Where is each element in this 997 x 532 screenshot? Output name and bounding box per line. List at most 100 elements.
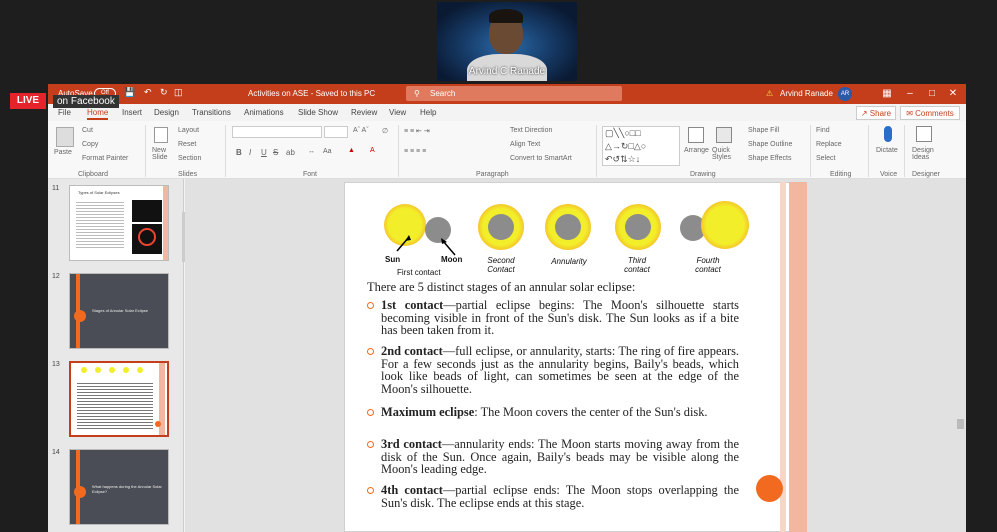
reset-button[interactable]: Reset bbox=[178, 141, 196, 148]
group-drawing-label: Drawing bbox=[690, 171, 716, 178]
ribbon-divider bbox=[904, 125, 905, 177]
minimize-icon[interactable]: – bbox=[903, 87, 917, 101]
thumbnail-sun bbox=[109, 367, 115, 373]
bullet-marker bbox=[367, 409, 374, 416]
slide-scrollbar[interactable] bbox=[957, 419, 964, 429]
tab-help[interactable]: Help bbox=[420, 108, 436, 117]
present-icon[interactable]: ◫ bbox=[174, 87, 183, 98]
tab-transitions[interactable]: Transitions bbox=[192, 108, 231, 117]
thumbnail-text bbox=[77, 381, 153, 431]
bold-button[interactable]: B bbox=[236, 148, 242, 157]
shape-effects-button[interactable]: Shape Effects bbox=[748, 155, 791, 162]
slide-number: 14 bbox=[52, 449, 60, 456]
powerpoint-window: AutoSave Off 💾 ↶ ↻ ◫ Activities on ASE -… bbox=[48, 84, 966, 532]
tab-insert[interactable]: Insert bbox=[122, 108, 142, 117]
undo-icon[interactable]: ↶ bbox=[144, 87, 152, 98]
group-slides-label: Slides bbox=[178, 171, 198, 178]
tab-slide-show[interactable]: Slide Show bbox=[298, 108, 338, 117]
underline-button[interactable]: U bbox=[261, 148, 267, 157]
paste-button[interactable]: Paste bbox=[54, 149, 72, 156]
design-ideas-icon[interactable] bbox=[916, 126, 932, 142]
shapes-gallery[interactable]: ▢╲╲○□□ △→↻□△○ ↶↺⇅☆↓ bbox=[602, 126, 680, 166]
search-input[interactable]: ⚲ Search bbox=[406, 86, 622, 101]
dictate-button[interactable]: Dictate bbox=[876, 147, 898, 154]
italic-button[interactable]: I bbox=[249, 148, 251, 157]
design-ideas-button[interactable]: Design Ideas bbox=[912, 147, 936, 161]
slide-thumbnail-13[interactable] bbox=[69, 361, 169, 437]
ribbon: Paste Cut Copy Format Painter Clipboard … bbox=[48, 121, 966, 179]
layout-button[interactable]: Layout bbox=[178, 127, 199, 134]
close-icon[interactable]: ✕ bbox=[946, 87, 960, 101]
thumbnail-eclipse-image bbox=[132, 200, 162, 222]
quick-styles-button[interactable]: Quick Styles bbox=[712, 147, 736, 161]
font-color-icon[interactable]: ▲ bbox=[348, 147, 355, 154]
quick-styles-icon[interactable] bbox=[716, 127, 732, 143]
user-name: Arvind Ranade bbox=[780, 89, 833, 98]
cut-button[interactable]: Cut bbox=[82, 127, 93, 134]
new-slide-button[interactable]: New Slide bbox=[152, 147, 172, 161]
slide-thumbnail-11[interactable]: Types of Solar Eclipses bbox=[69, 185, 169, 261]
change-case-icon[interactable]: Aa bbox=[323, 148, 332, 155]
replace-button[interactable]: Replace bbox=[816, 141, 842, 148]
clear-format-icon[interactable]: ∅ bbox=[382, 127, 388, 135]
text-direction-button[interactable]: Text Direction bbox=[510, 127, 552, 134]
ribbon-divider bbox=[225, 125, 226, 177]
font-size-select[interactable] bbox=[324, 126, 348, 138]
presenter-hair bbox=[489, 9, 523, 23]
facebook-badge: on Facebook bbox=[53, 95, 119, 108]
smartart-button[interactable]: Convert to SmartArt bbox=[510, 155, 572, 162]
bullet-text: : The Moon covers the center of the Sun'… bbox=[474, 405, 708, 419]
font-family-select[interactable] bbox=[232, 126, 322, 138]
align-icons[interactable]: ≡ ≡ ≡ ≡ bbox=[404, 148, 426, 155]
ribbon-display-icon[interactable]: ▦ bbox=[880, 87, 894, 101]
strikethrough-button[interactable]: S bbox=[273, 148, 278, 157]
char-spacing-icon[interactable]: ↔ bbox=[308, 148, 315, 155]
new-slide-icon[interactable] bbox=[154, 127, 168, 143]
ribbon-divider bbox=[596, 125, 597, 177]
document-title: Activities on ASE - Saved to this PC bbox=[248, 89, 376, 98]
thumbnail-band bbox=[163, 186, 168, 260]
arrange-icon[interactable] bbox=[688, 127, 704, 143]
select-button[interactable]: Select bbox=[816, 155, 835, 162]
bullets-icon[interactable]: ≡ ≡ ⇤ ⇥ bbox=[404, 127, 430, 135]
slide-thumbnail-14[interactable]: What happens during the Annular Solar Ec… bbox=[69, 449, 169, 525]
tab-review[interactable]: Review bbox=[351, 108, 377, 117]
thumbnail-text bbox=[76, 200, 124, 250]
slide-thumbnail-12[interactable]: Stages of Annular Solar Eclipse bbox=[69, 273, 169, 349]
comments-button[interactable]: ✉ Comments bbox=[900, 106, 960, 120]
group-clipboard-label: Clipboard bbox=[78, 171, 108, 178]
maximize-icon[interactable]: □ bbox=[925, 87, 939, 101]
stage2-moon bbox=[488, 214, 514, 240]
redo-icon[interactable]: ↻ bbox=[160, 87, 168, 98]
arrange-button[interactable]: Arrange bbox=[684, 147, 709, 154]
stage1-caption: First contact bbox=[397, 268, 441, 277]
shape-outline-button[interactable]: Shape Outline bbox=[748, 141, 792, 148]
tab-animations[interactable]: Animations bbox=[244, 108, 284, 117]
paste-icon[interactable] bbox=[56, 127, 74, 147]
section-button[interactable]: Section bbox=[178, 155, 201, 162]
tab-design[interactable]: Design bbox=[154, 108, 179, 117]
font-grow-icon[interactable]: Aˆ Aˇ bbox=[353, 127, 369, 134]
shape-fill-button[interactable]: Shape Fill bbox=[748, 127, 779, 134]
align-text-button[interactable]: Align Text bbox=[510, 141, 540, 148]
title-bar: AutoSave Off 💾 ↶ ↻ ◫ Activities on ASE -… bbox=[48, 84, 966, 104]
current-slide[interactable]: Sun Moon First contact Second Contact An… bbox=[344, 182, 804, 532]
microphone-icon[interactable] bbox=[884, 126, 892, 142]
format-painter-button[interactable]: Format Painter bbox=[82, 155, 128, 162]
avatar[interactable]: AR bbox=[838, 87, 852, 101]
share-button[interactable]: ↗ Share bbox=[856, 106, 896, 120]
tab-view[interactable]: View bbox=[389, 108, 406, 117]
tab-file[interactable]: File bbox=[58, 108, 71, 117]
save-icon[interactable]: 💾 bbox=[124, 87, 135, 98]
search-placeholder: Search bbox=[430, 89, 456, 98]
search-icon: ⚲ bbox=[414, 89, 420, 98]
find-button[interactable]: Find bbox=[816, 127, 830, 134]
bullet-1st-contact: 1st contact—partial eclipse begins: The … bbox=[367, 299, 739, 337]
sun-label: Sun bbox=[385, 255, 401, 264]
tab-home[interactable]: Home bbox=[87, 108, 109, 120]
copy-button[interactable]: Copy bbox=[82, 141, 98, 148]
thumbnail-sun bbox=[123, 367, 129, 373]
highlight-icon[interactable]: A bbox=[370, 147, 375, 154]
comment-icon: ✉ bbox=[906, 109, 916, 118]
shadow-button[interactable]: ab bbox=[286, 148, 295, 157]
